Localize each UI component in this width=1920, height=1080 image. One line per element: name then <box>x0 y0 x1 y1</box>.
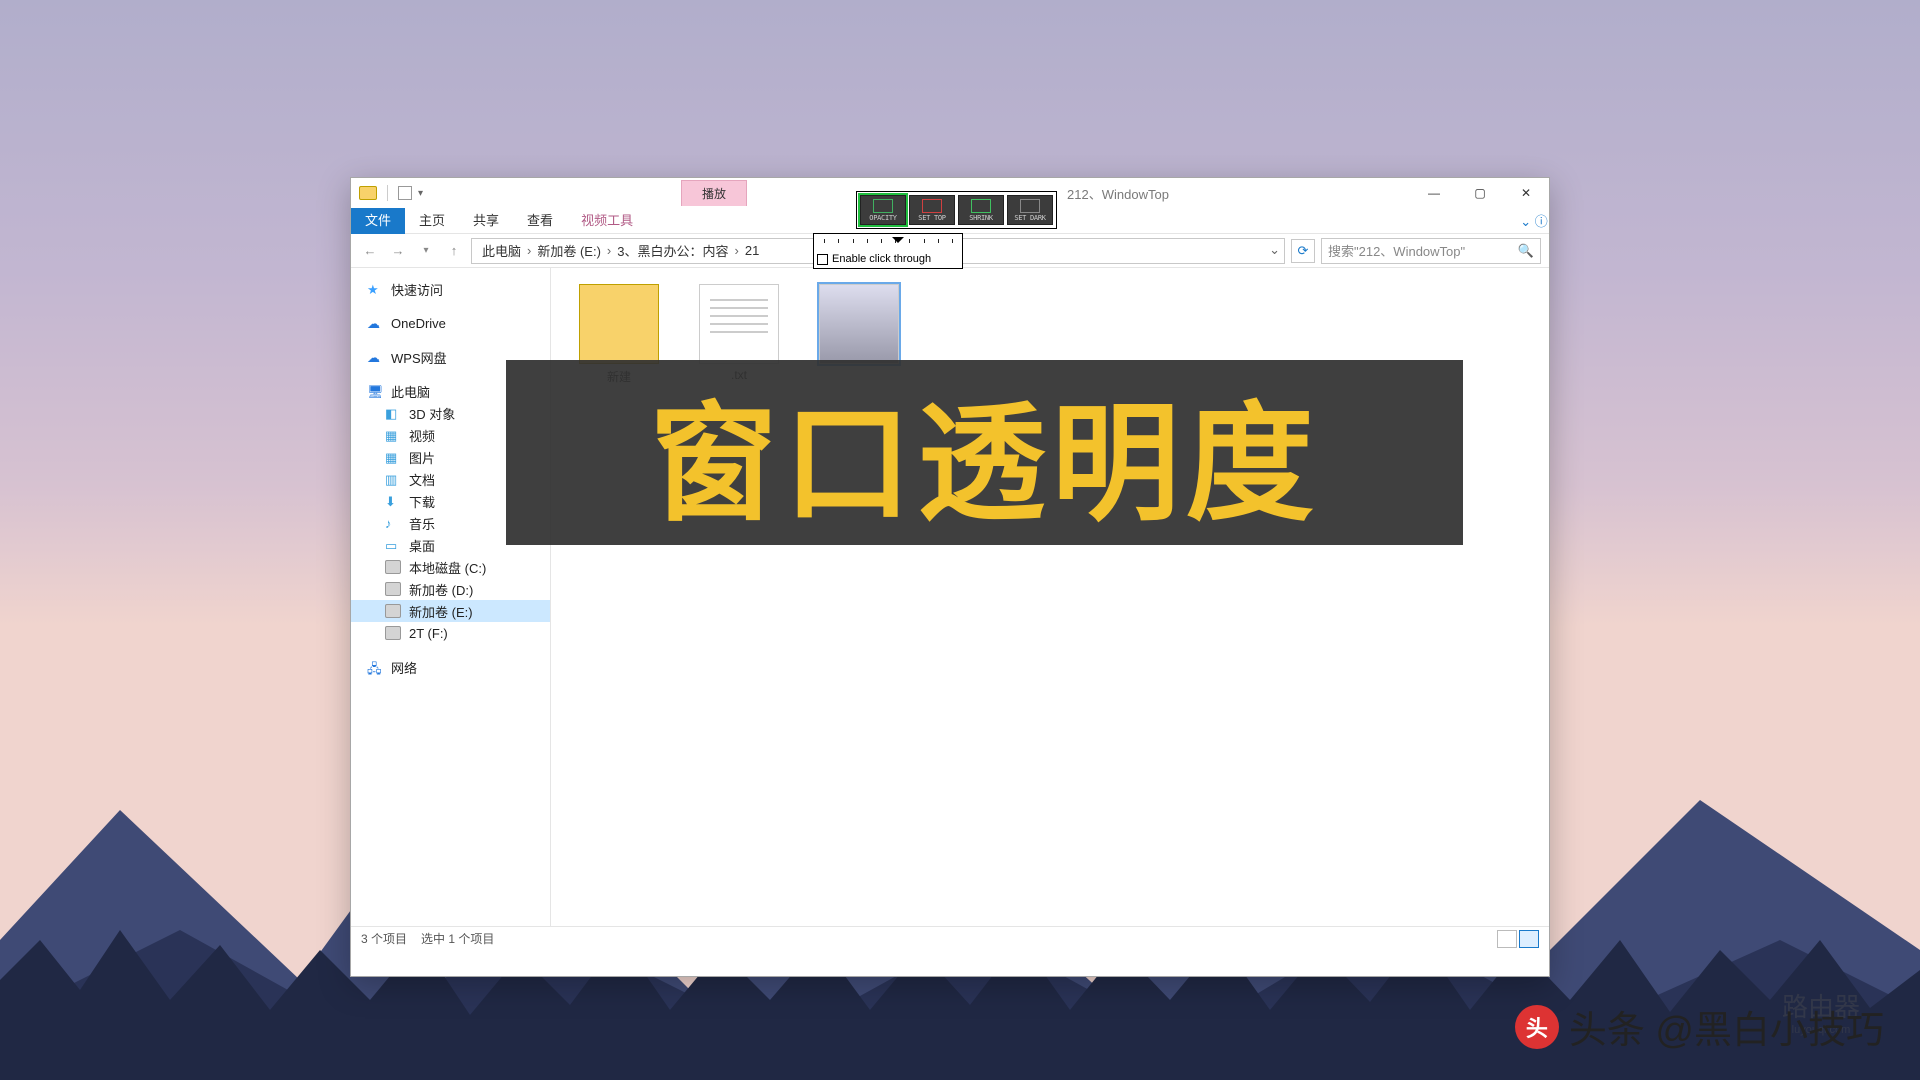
sidebar-item-onedrive[interactable]: ☁OneDrive <box>351 312 550 334</box>
channel-name: @黑白小技巧 <box>1655 1010 1884 1052</box>
search-placeholder: 搜索"212、WindowTop" <box>1328 241 1465 260</box>
picture-icon: ▦ <box>385 450 401 464</box>
crumb-folder1[interactable]: 3、黑白办公：内容 <box>613 241 732 260</box>
status-bar: 3 个项目 选中 1 个项目 <box>351 926 1549 950</box>
desktop-icon: ▭ <box>385 538 401 552</box>
wintop-setdark-button[interactable]: SET DARK <box>1007 195 1053 225</box>
overlay-text: 窗口透明度 <box>649 360 1319 545</box>
click-through-checkbox[interactable] <box>817 254 828 265</box>
star-icon: ★ <box>367 282 383 296</box>
tab-home[interactable]: 主页 <box>405 208 459 234</box>
context-tab-play[interactable]: 播放 <box>681 180 747 206</box>
opacity-slider[interactable] <box>817 237 959 249</box>
status-selection: 选中 1 个项目 <box>421 930 494 947</box>
disk-icon <box>385 626 401 640</box>
file-item-video[interactable] <box>811 284 907 368</box>
view-details-button[interactable] <box>1497 930 1517 948</box>
minimize-button[interactable]: — <box>1411 178 1457 208</box>
click-through-label: Enable click through <box>832 253 931 265</box>
nav-up-button[interactable]: ↑ <box>443 240 465 262</box>
sidebar-item-disk-e[interactable]: 新加卷 (E:) <box>351 600 550 622</box>
status-item-count: 3 个项目 <box>361 930 407 947</box>
wintop-shrink-button[interactable]: SHRINK <box>958 195 1004 225</box>
folder-icon <box>359 186 377 200</box>
qat-button[interactable] <box>398 186 412 200</box>
opacity-icon <box>873 199 893 213</box>
channel-logo-icon: 头 <box>1515 1005 1559 1049</box>
quick-access-toolbar: ▾ 播放 <box>351 180 747 206</box>
ribbon-help-icon[interactable]: ⌄ ⓘ <box>1519 211 1549 230</box>
cloud-icon: ☁ <box>367 350 383 364</box>
disk-icon <box>385 604 401 618</box>
setdark-icon <box>1020 199 1040 213</box>
crumb-drive[interactable]: 新加卷 (E:) <box>533 241 605 260</box>
maximize-button[interactable]: ▢ <box>1457 178 1503 208</box>
sidebar-item-quick-access[interactable]: ★快速访问 <box>351 278 550 300</box>
document-icon: ▥ <box>385 472 401 486</box>
disk-icon <box>385 560 401 574</box>
crumb-this-pc[interactable]: 此电脑 <box>478 241 525 260</box>
video-icon: ▦ <box>385 428 401 442</box>
tab-file[interactable]: 文件 <box>351 208 405 234</box>
tab-share[interactable]: 共享 <box>459 208 513 234</box>
folder-thumbnail <box>579 284 659 364</box>
close-button[interactable]: ✕ <box>1503 178 1549 208</box>
windowtop-toolbar[interactable]: OPACITY SET TOP SHRINK SET DARK <box>856 191 1057 229</box>
nav-forward-button[interactable]: → <box>387 240 409 262</box>
music-icon: ♪ <box>385 516 401 530</box>
video-thumbnail <box>819 284 899 364</box>
cube-icon: ◧ <box>385 406 401 420</box>
refresh-button[interactable]: ⟳ <box>1291 239 1315 263</box>
pc-icon: 🖥 <box>367 384 383 398</box>
sidebar-item-network[interactable]: 🖧网络 <box>351 656 550 678</box>
wintop-opacity-button[interactable]: OPACITY <box>860 195 906 225</box>
cloud-icon: ☁ <box>367 316 383 330</box>
disk-icon <box>385 582 401 596</box>
channel-watermark: 头 头条 @黑白小技巧 <box>1515 999 1884 1054</box>
nav-back-button[interactable]: ← <box>359 240 381 262</box>
crumb-folder2[interactable]: 21 <box>741 243 763 258</box>
address-dropdown-icon[interactable]: ⌄ <box>1269 242 1280 258</box>
search-box[interactable]: 搜索"212、WindowTop" 🔍 <box>1321 238 1541 264</box>
explorer-window: ▾ 播放 212、WindowTop — ▢ ✕ 文件 主页 共享 查看 视频工… <box>350 177 1550 977</box>
sidebar-item-disk-c[interactable]: 本地磁盘 (C:) <box>351 556 550 578</box>
slider-thumb[interactable] <box>892 237 904 249</box>
txt-thumbnail <box>699 284 779 364</box>
wintop-settop-button[interactable]: SET TOP <box>909 195 955 225</box>
overlay-banner: 窗口透明度 <box>506 360 1463 545</box>
click-through-row[interactable]: Enable click through <box>817 253 959 265</box>
tab-video-tools[interactable]: 视频工具 <box>567 208 647 234</box>
settop-icon <box>922 199 942 213</box>
search-icon[interactable]: 🔍 <box>1518 243 1534 259</box>
qat-dropdown-icon[interactable]: ▾ <box>418 188 423 199</box>
shrink-icon <box>971 199 991 213</box>
tab-view[interactable]: 查看 <box>513 208 567 234</box>
sidebar-item-disk-f[interactable]: 2T (F:) <box>351 622 550 644</box>
download-icon: ⬇ <box>385 494 401 508</box>
view-icons-button[interactable] <box>1519 930 1539 948</box>
windowtop-opacity-popup[interactable]: Enable click through <box>813 233 963 269</box>
qat-divider <box>387 185 388 201</box>
sidebar-item-disk-d[interactable]: 新加卷 (D:) <box>351 578 550 600</box>
channel-prefix: 头条 <box>1569 1010 1645 1052</box>
window-title: 212、WindowTop <box>1067 184 1169 203</box>
nav-history-dropdown[interactable]: ▾ <box>415 240 437 262</box>
network-icon: 🖧 <box>367 660 383 674</box>
